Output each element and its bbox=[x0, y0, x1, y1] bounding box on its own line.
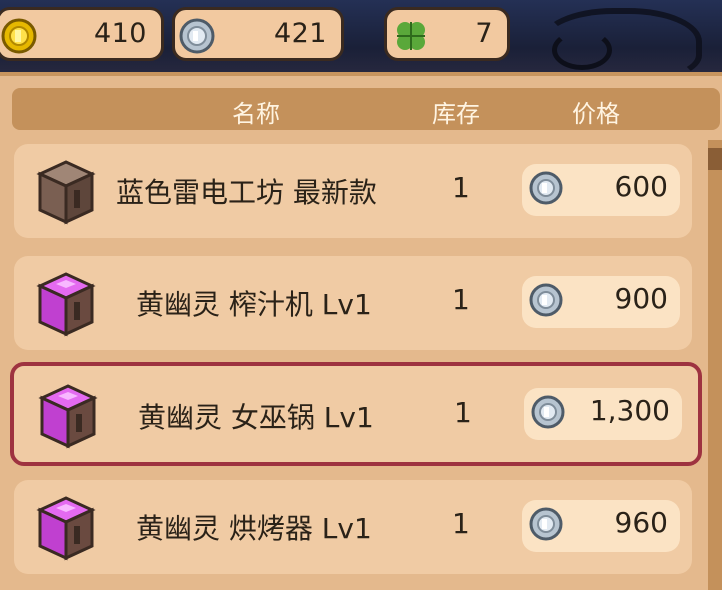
table-header: 名称 库存 价格 bbox=[12, 88, 720, 130]
scrollbar-thumb[interactable] bbox=[708, 148, 722, 170]
purple-crate-icon bbox=[32, 382, 104, 454]
item-price: 900 bbox=[522, 276, 680, 328]
header-stock: 库存 bbox=[432, 100, 480, 128]
shop-item-row[interactable]: 黄幽灵 烘烤器 Lv1 1 960 bbox=[14, 480, 692, 574]
scrollbar-track[interactable] bbox=[708, 140, 722, 590]
price-value: 1,300 bbox=[589, 394, 670, 427]
purple-crate-icon bbox=[30, 270, 102, 342]
background-decoration bbox=[552, 30, 612, 70]
brown-crate-icon bbox=[30, 158, 102, 230]
header-name: 名称 bbox=[232, 100, 280, 128]
clover-amount: 7 bbox=[475, 18, 493, 49]
shop-item-row[interactable]: 黄幽灵 榨汁机 Lv1 1 900 bbox=[14, 256, 692, 350]
item-price: 1,300 bbox=[524, 388, 682, 440]
price-value: 600 bbox=[614, 170, 668, 203]
item-name: 黄幽灵 榨汁机 Lv1 bbox=[136, 288, 372, 321]
shop-item-row[interactable]: 蓝色雷电工坊 最新款 1 600 bbox=[14, 144, 692, 238]
clover-icon bbox=[391, 16, 431, 60]
purple-crate-icon bbox=[30, 494, 102, 566]
item-stock: 1 bbox=[452, 171, 470, 204]
item-stock: 1 bbox=[452, 283, 470, 316]
silver-coin-icon bbox=[526, 168, 566, 212]
gold-amount: 410 bbox=[93, 18, 147, 49]
item-name: 蓝色雷电工坊 最新款 bbox=[116, 176, 377, 209]
header-price: 价格 bbox=[572, 100, 620, 128]
silver-amount: 421 bbox=[273, 18, 327, 49]
silver-coin-icon bbox=[528, 392, 568, 436]
gold-currency-display: 410 bbox=[0, 7, 164, 61]
item-price: 960 bbox=[522, 500, 680, 552]
clover-currency-display: 7 bbox=[384, 7, 510, 61]
item-name: 黄幽灵 烘烤器 Lv1 bbox=[136, 512, 372, 545]
silver-currency-display: 421 bbox=[172, 7, 344, 61]
gold-coin-icon bbox=[1, 16, 41, 60]
silver-coin-icon bbox=[526, 280, 566, 324]
silver-coin-icon bbox=[177, 16, 217, 60]
price-value: 960 bbox=[614, 506, 668, 539]
item-name: 黄幽灵 女巫锅 Lv1 bbox=[138, 401, 374, 434]
price-value: 900 bbox=[614, 282, 668, 315]
silver-coin-icon bbox=[526, 504, 566, 548]
item-stock: 1 bbox=[454, 396, 472, 429]
shop-item-row-selected[interactable]: 黄幽灵 女巫锅 Lv1 1 1,300 bbox=[10, 362, 702, 466]
item-price: 600 bbox=[522, 164, 680, 216]
item-stock: 1 bbox=[452, 507, 470, 540]
